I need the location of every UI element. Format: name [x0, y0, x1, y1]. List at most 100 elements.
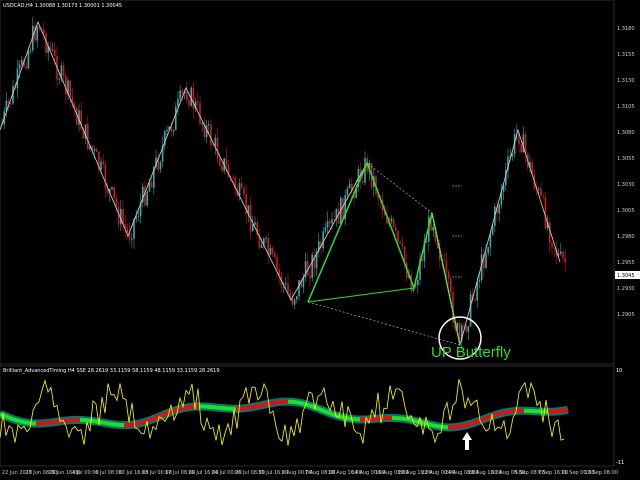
osc-band-segment: [159, 412, 165, 419]
osc-band-segment: [15, 418, 21, 424]
chart-canvas[interactable]: UP Butterfly 1.3180 1.3155 1.3130 1.3105 1.3…: [0, 0, 640, 480]
osc-band-segment: [111, 422, 117, 427]
price-axis-label: 1.2930: [617, 286, 635, 292]
candle-body: [542, 195, 544, 197]
candle-body: [544, 196, 547, 229]
osc-band-segment: [163, 411, 169, 417]
candle-body: [54, 49, 56, 56]
osc-band-segment: [415, 419, 421, 425]
osc-band-segment: [323, 409, 329, 415]
osc-band-segment: [55, 419, 61, 424]
candle-body: [201, 122, 203, 124]
candle-body: [252, 224, 254, 232]
candle-body: [131, 239, 133, 240]
candle-body: [69, 80, 71, 98]
candle-body: [447, 271, 450, 279]
candle-body: [219, 158, 221, 166]
candle-body: [401, 242, 404, 247]
osc-band-segment: [3, 413, 9, 420]
osc-scale-top: 10: [616, 368, 622, 374]
osc-band-segment: [275, 399, 281, 405]
candle-body: [265, 237, 267, 239]
candle-body: [199, 102, 201, 124]
osc-band-segment: [503, 409, 509, 415]
osc-band-segment: [147, 417, 153, 423]
osc-band-segment: [435, 423, 441, 429]
candle-body: [186, 91, 188, 100]
osc-band-segment: [299, 400, 305, 406]
candle-body: [322, 231, 324, 249]
candle-body: [62, 65, 65, 76]
osc-band-segment: [475, 418, 481, 424]
osc-band-segment: [179, 406, 185, 411]
candle-body: [489, 234, 492, 248]
candle-body: [562, 251, 564, 259]
candle-body: [524, 134, 527, 154]
candle-body: [463, 325, 465, 327]
candle-body: [18, 64, 21, 69]
candle-body: [421, 259, 423, 261]
candle-body: [285, 283, 287, 285]
butterfly-pattern: UP Butterfly: [307, 160, 511, 361]
candle-body: [177, 98, 179, 107]
osc-band-segment: [507, 409, 513, 414]
candle-body: [93, 149, 96, 151]
osc-band-segment: [407, 417, 413, 423]
osc-band-segment: [99, 420, 105, 425]
candle-body: [346, 188, 349, 196]
candle-body: [21, 59, 23, 65]
osc-band-segment: [23, 420, 29, 425]
price-axis-label: 1.2905: [617, 312, 635, 318]
price-axis-label: 1.3005: [617, 208, 635, 214]
osc-band-segment: [295, 400, 301, 405]
osc-band-segment: [247, 405, 253, 410]
osc-band-segment: [319, 407, 325, 413]
osc-band-segment: [251, 404, 257, 410]
osc-band-segment: [107, 421, 113, 427]
osc-band-segment: [403, 416, 409, 422]
osc-band-outline: [0, 397, 569, 432]
candle-body: [87, 124, 89, 150]
candle-body: [137, 215, 140, 217]
candle-body: [392, 218, 395, 228]
osc-band-segment: [259, 402, 265, 408]
candle-body: [474, 299, 476, 301]
price-axis-label: 1.2955: [617, 260, 635, 266]
candle-body: [113, 187, 115, 199]
chart-title: USDCAD,H4 1.30088 1.30173 1.30001 1.3004…: [3, 3, 122, 9]
osc-band-segment: [463, 422, 469, 428]
candle-body: [478, 279, 481, 282]
osc-band-segment: [131, 422, 137, 427]
osc-band-segment: [495, 411, 501, 417]
candle-body: [65, 75, 67, 95]
osc-band-segment: [19, 419, 25, 425]
candle-body: [485, 253, 487, 268]
osc-band-segment: [11, 416, 17, 422]
zigzag-line: [0, 20, 561, 346]
candle-body: [324, 227, 327, 232]
osc-band-segment: [339, 414, 345, 420]
candle-body: [102, 161, 104, 165]
candle-body: [188, 99, 190, 106]
candle-body: [395, 227, 397, 231]
candle-body: [10, 103, 12, 105]
candle-body: [243, 187, 245, 195]
osc-band-segment: [187, 404, 193, 410]
candle-body: [296, 296, 298, 300]
osc-band-segment: [139, 420, 145, 426]
price-axis-label: 1.3180: [617, 26, 635, 32]
candle-body: [465, 326, 467, 332]
osc-band-segment: [315, 405, 321, 412]
osc-band-segment: [563, 407, 569, 413]
candle-body: [192, 87, 195, 109]
candle-body: [260, 245, 263, 248]
oscillator-header: Brilliant_AdvancedTiming H4 SSE 28.2619 …: [3, 368, 220, 374]
candle-body: [181, 90, 184, 94]
osc-band-segment: [135, 421, 141, 427]
candle-body: [214, 138, 217, 146]
time-axis: 22 Jun 201827 Jun 08:0029 Jun 16:004 Jul…: [2, 470, 618, 476]
candle-body: [309, 274, 311, 278]
current-price-label: 1.3045: [617, 273, 635, 279]
candle-body: [29, 50, 32, 51]
candle-body: [241, 183, 243, 188]
